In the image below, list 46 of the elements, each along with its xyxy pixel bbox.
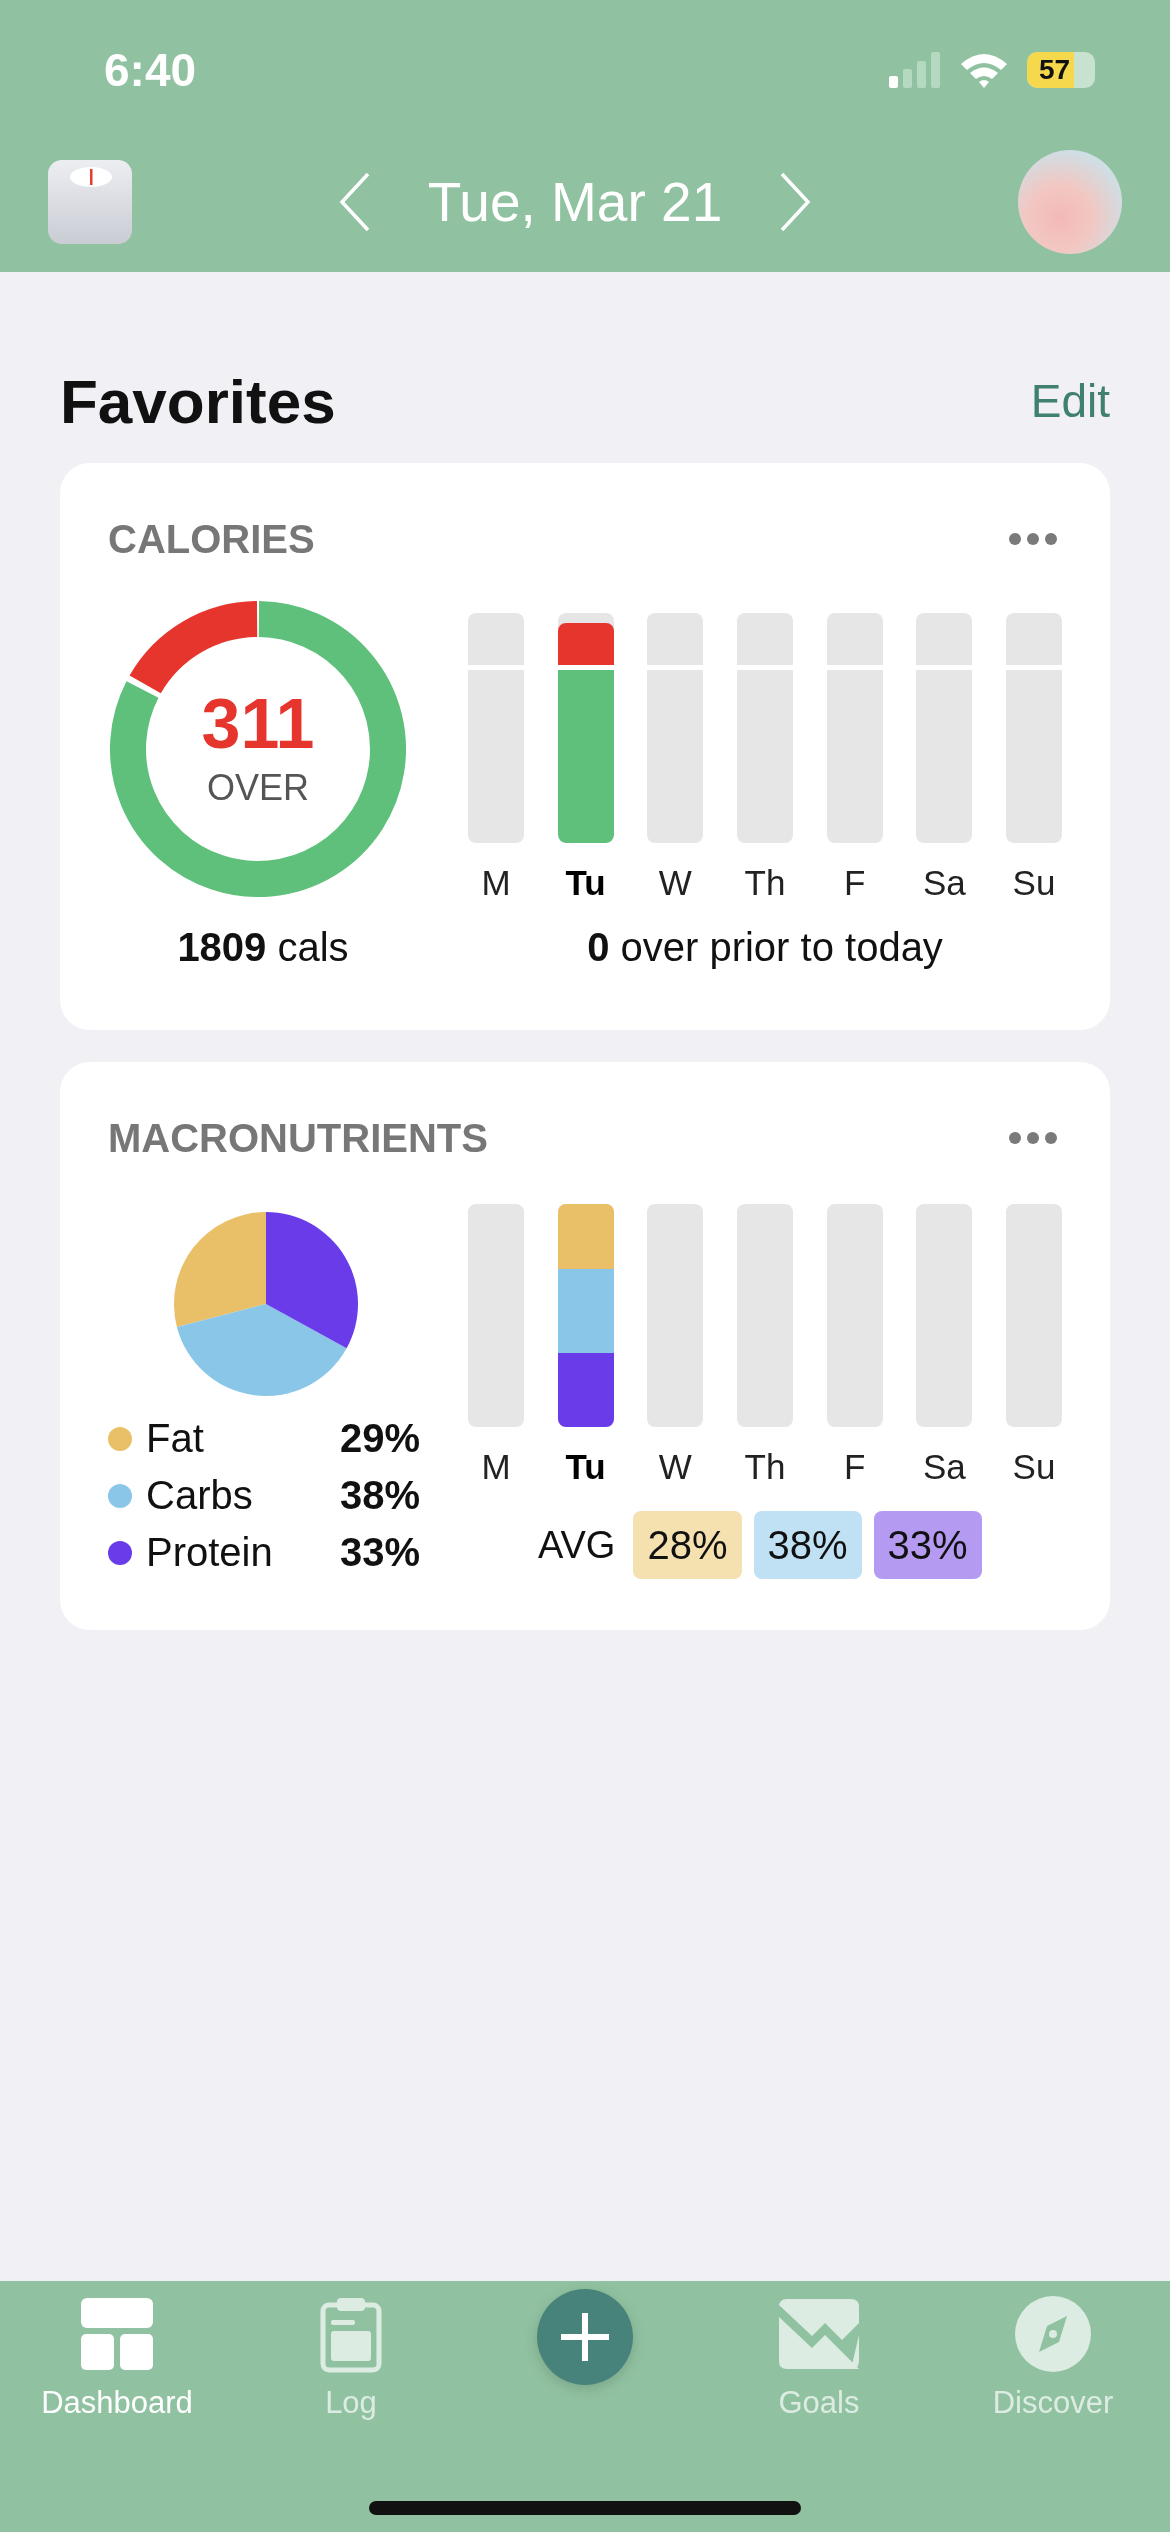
average-tag: 38% (753, 1511, 862, 1579)
over-label: OVER (207, 767, 309, 809)
legend-value: 33% (339, 1530, 420, 1575)
card-title: MACRONUTRIENTS (108, 1115, 488, 1161)
signal-icon (889, 52, 941, 88)
average-tag: 28% (633, 1511, 742, 1579)
card-title: CALORIES (108, 516, 315, 562)
day-label[interactable]: Th (736, 863, 793, 903)
over-value: 311 (201, 689, 315, 759)
day-label[interactable]: F (826, 863, 883, 903)
day-label[interactable]: F (826, 1447, 883, 1487)
more-icon[interactable] (1008, 532, 1058, 546)
day-label[interactable]: M (468, 1447, 524, 1487)
legend-label: Carbs (146, 1473, 254, 1518)
section-title: Favorites (60, 365, 336, 437)
day-label[interactable]: Su (1005, 1447, 1062, 1487)
day-label[interactable]: Sa (916, 863, 973, 903)
day-label[interactable]: W (647, 863, 704, 903)
total-calories: 1809 cals (176, 925, 350, 970)
day-label[interactable]: M (468, 863, 524, 903)
weekly-summary: 0 over prior to today (587, 925, 943, 970)
day-label[interactable]: Tu (557, 1447, 614, 1487)
day-label[interactable]: W (647, 1447, 704, 1487)
average-tag: 33% (873, 1511, 982, 1579)
compass-icon (1015, 2295, 1091, 2373)
legend-label: Protein (146, 1530, 274, 1575)
day-label[interactable]: Su (1005, 863, 1062, 903)
plus-icon (559, 2311, 611, 2363)
average-label: AVG (538, 1523, 616, 1567)
more-icon[interactable] (1008, 1131, 1058, 1145)
day-label[interactable]: Th (736, 1447, 793, 1487)
battery-indicator: 57 (1027, 52, 1095, 88)
clipboard-icon (320, 2295, 382, 2373)
day-label[interactable]: Tu (557, 863, 614, 903)
wifi-icon (959, 52, 1009, 88)
legend-value: 38% (339, 1473, 420, 1518)
scale-icon[interactable] (48, 160, 132, 244)
legend-value: 29% (339, 1416, 420, 1461)
edit-link[interactable]: Edit (1030, 374, 1110, 428)
layout-icon (81, 2295, 153, 2373)
status-time: 6:40 (104, 43, 197, 97)
legend-label: Fat (146, 1416, 205, 1461)
chevron-left-icon[interactable] (337, 172, 372, 232)
chevron-right-icon[interactable] (778, 172, 813, 232)
day-label[interactable]: Sa (916, 1447, 973, 1487)
date-title: Tue, Mar 21 (427, 170, 723, 234)
